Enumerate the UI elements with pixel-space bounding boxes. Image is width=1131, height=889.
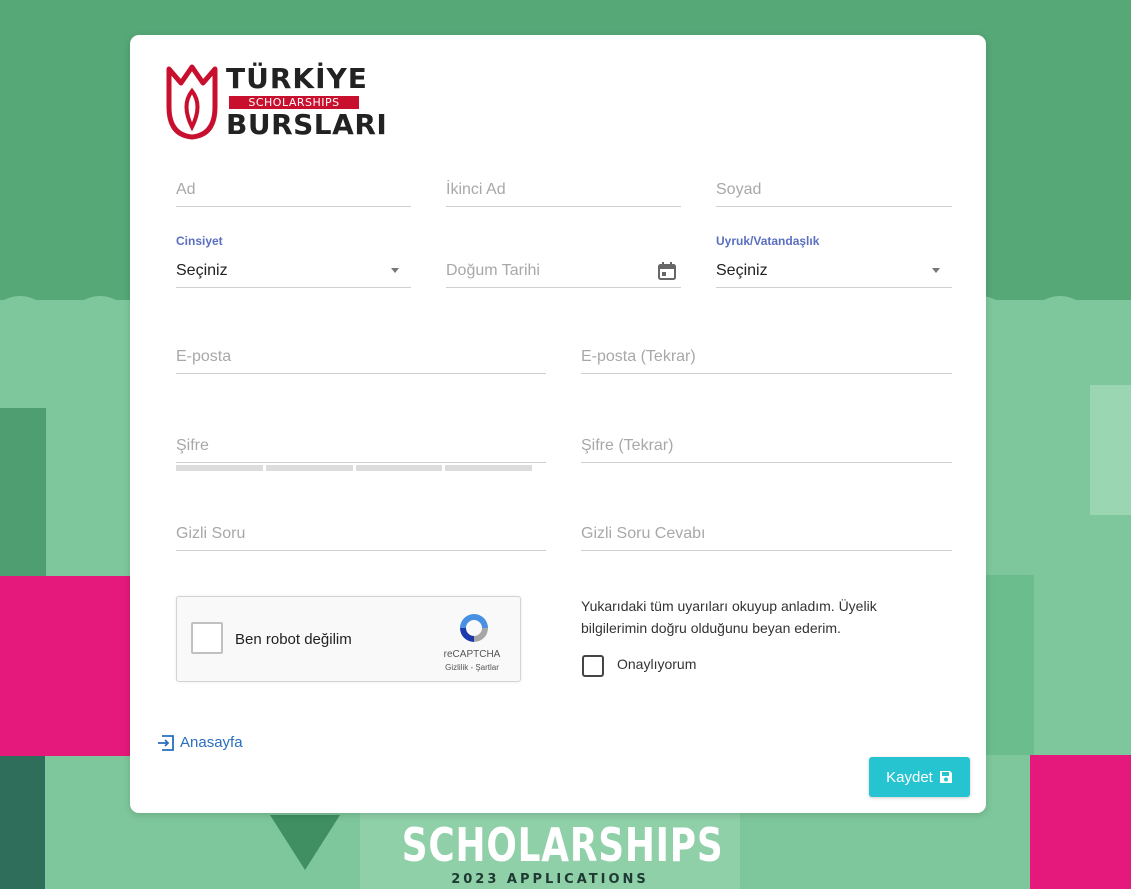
background-tile <box>0 408 46 578</box>
secret-answer-placeholder: Gizli Soru Cevabı <box>581 525 706 542</box>
email-placeholder: E-posta <box>176 348 232 365</box>
recaptcha-label: Ben robot değilim <box>235 631 352 648</box>
save-button[interactable]: Kaydet <box>869 757 970 797</box>
password-confirm-placeholder: Şifre (Tekrar) <box>581 437 674 454</box>
background-tile <box>986 575 1034 755</box>
home-link[interactable]: Anasayfa <box>157 734 243 751</box>
nationality-value: Seçiniz <box>716 262 768 279</box>
home-link-label: Anasayfa <box>180 734 243 751</box>
poster-title: SCHOLARSHIPS <box>401 818 724 872</box>
background-poster: SCHOLARSHIPS 2023 APPLICATIONS <box>360 810 740 889</box>
last-name-field[interactable]: Soyad <box>716 172 952 207</box>
declaration-text: Yukarıdaki tüm uyarıları okuyup anladım.… <box>581 598 877 636</box>
strength-segment <box>176 465 263 471</box>
dropdown-caret-icon <box>932 268 940 273</box>
secret-answer-field[interactable]: Gizli Soru Cevabı <box>581 516 952 551</box>
birth-date-field[interactable]: Doğum Tarihi <box>446 253 681 288</box>
tulip-logo-icon <box>166 64 218 140</box>
recaptcha-checkbox[interactable] <box>191 622 223 654</box>
dropdown-caret-icon <box>391 268 399 273</box>
gender-value: Seçiniz <box>176 262 228 279</box>
strength-segment <box>355 465 443 471</box>
email-confirm-placeholder: E-posta (Tekrar) <box>581 348 696 365</box>
nationality-label: Uyruk/Vatandaşlık <box>716 234 820 248</box>
brand-logo: TÜRKİYE SCHOLARSHIPS BURSLARI <box>163 61 387 141</box>
gender-label: Cinsiyet <box>176 234 223 248</box>
recaptcha-brand: reCAPTCHA <box>443 649 501 660</box>
background-tile <box>0 576 130 756</box>
password-field[interactable]: Şifre <box>176 428 546 463</box>
background-triangle <box>270 815 340 870</box>
email-confirm-field[interactable]: E-posta (Tekrar) <box>581 339 952 374</box>
secret-question-field[interactable]: Gizli Soru <box>176 516 546 551</box>
calendar-icon[interactable] <box>657 261 677 281</box>
nationality-select[interactable]: Uyruk/Vatandaşlık Seçiniz <box>716 234 952 288</box>
first-name-field[interactable]: Ad <box>176 172 411 207</box>
save-button-label: Kaydet <box>886 768 933 786</box>
first-name-placeholder: Ad <box>176 181 196 198</box>
login-arrow-icon <box>158 734 174 751</box>
middle-name-placeholder: İkinci Ad <box>446 181 506 198</box>
strength-segment <box>265 465 353 471</box>
background-tile <box>0 756 45 889</box>
password-strength-meter <box>176 465 532 471</box>
recaptcha-icon <box>460 614 488 642</box>
last-name-placeholder: Soyad <box>716 181 762 198</box>
poster-subtitle: 2023 APPLICATIONS <box>451 872 649 887</box>
recaptcha-widget: Ben robot değilim reCAPTCHA Gizlilik - Ş… <box>176 596 521 682</box>
recaptcha-privacy-terms-link[interactable]: Gizlilik - Şartlar <box>432 663 512 672</box>
password-confirm-field[interactable]: Şifre (Tekrar) <box>581 428 952 463</box>
registration-card: TÜRKİYE SCHOLARSHIPS BURSLARI Ad İkinci … <box>130 35 986 813</box>
consent-checkbox[interactable] <box>582 655 604 677</box>
logo-line-3: BURSLARI <box>226 108 388 141</box>
consent-label: Onaylıyorum <box>617 656 697 672</box>
background-tile <box>1030 755 1131 889</box>
strength-segment <box>445 465 532 471</box>
middle-name-field[interactable]: İkinci Ad <box>446 172 681 207</box>
secret-question-placeholder: Gizli Soru <box>176 525 246 542</box>
email-field[interactable]: E-posta <box>176 339 546 374</box>
logo-line-1: TÜRKİYE <box>226 62 368 95</box>
save-icon <box>939 771 952 783</box>
birth-date-placeholder: Doğum Tarihi <box>446 262 540 279</box>
gender-select[interactable]: Cinsiyet Seçiniz <box>176 234 411 288</box>
background-tile <box>1090 385 1131 515</box>
password-placeholder: Şifre <box>176 437 209 454</box>
